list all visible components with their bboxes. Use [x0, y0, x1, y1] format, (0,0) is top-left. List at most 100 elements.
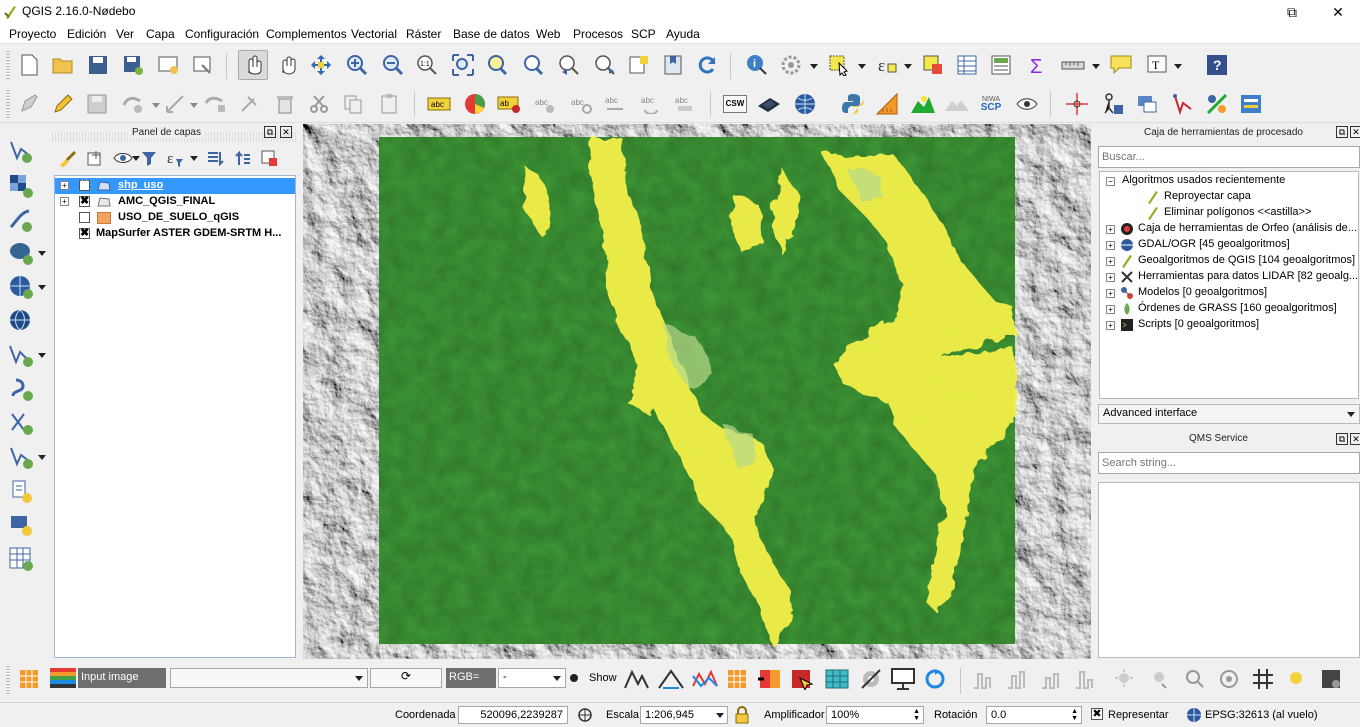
move-label-icon[interactable]: abc [600, 89, 630, 119]
cut-features-icon[interactable] [304, 89, 334, 119]
classification-preview-icon[interactable] [822, 664, 852, 694]
digitize-tool-icon[interactable] [234, 89, 264, 119]
map-tips-icon[interactable] [1106, 50, 1136, 80]
scatter-plot-icon[interactable] [1070, 664, 1100, 694]
georeferencer-icon[interactable] [1098, 89, 1128, 119]
pan-map-touch-icon[interactable] [238, 50, 268, 80]
toggle-editing-icon[interactable] [48, 89, 78, 119]
close-panel-icon[interactable]: ✕ [1350, 126, 1360, 138]
float-panel-icon[interactable]: ⧉ [1336, 126, 1348, 138]
menu-base-de-datos[interactable]: Base de datos [453, 27, 530, 41]
label-toolbar-icon[interactable]: abc [424, 89, 454, 119]
local-cumulative-stretch-icon[interactable] [622, 664, 652, 694]
add-raster-layer-icon[interactable] [6, 171, 36, 201]
new-temporary-layer-icon[interactable] [6, 544, 36, 574]
attribute-table-icon[interactable] [952, 50, 982, 80]
layer-visibility-checkbox[interactable]: ✖ [79, 196, 90, 207]
highlight-pinned-label-icon[interactable]: ab [494, 89, 524, 119]
expand-toggle[interactable]: + [1106, 241, 1115, 250]
processing-tool-icon[interactable] [1202, 89, 1232, 119]
zoom-in-icon[interactable] [342, 50, 372, 80]
add-delimited-text-icon[interactable] [6, 205, 36, 235]
qms-search-input[interactable] [1098, 452, 1360, 474]
expand-toggle[interactable]: + [1106, 321, 1115, 330]
band-histogram-icon[interactable] [968, 664, 998, 694]
expand-toggle[interactable]: + [60, 181, 69, 190]
processing-search-input[interactable] [1098, 146, 1360, 168]
scp-plugin-icon[interactable]: NIWA SCP [976, 89, 1006, 119]
expand-toggle[interactable]: − [1106, 177, 1115, 186]
web-globe-icon[interactable] [790, 89, 820, 119]
rgb-select[interactable]: - [498, 668, 566, 688]
expand-toggle[interactable]: + [1106, 305, 1115, 314]
refresh-image-list-button[interactable]: ⟳ [370, 668, 442, 688]
layer-row[interactable]: ✖ MapSurfer ASTER GDEM-SRTM H... [55, 226, 295, 242]
zoom-to-selection-icon[interactable] [482, 50, 512, 80]
node-tool-icon[interactable] [200, 89, 230, 119]
band-set-icon[interactable] [722, 664, 752, 694]
close-button[interactable]: ✕ [1315, 0, 1360, 24]
add-vector-layer-icon[interactable] [6, 137, 36, 167]
add-oracle-layer-icon[interactable] [6, 442, 36, 472]
show-radio[interactable] [570, 674, 578, 682]
wms-dropdown-icon[interactable] [38, 285, 46, 290]
layer-visibility-checkbox[interactable]: ✖ [79, 180, 90, 191]
new-shapefile-icon[interactable] [6, 476, 36, 506]
menu-configuracion[interactable]: Configuración [185, 27, 259, 41]
expand-toggle[interactable]: + [1106, 225, 1115, 234]
pan-icon[interactable] [273, 50, 303, 80]
vector-tool-icon[interactable] [1168, 89, 1198, 119]
menu-proyecto[interactable]: Proyecto [9, 27, 56, 41]
oracle-dropdown-icon[interactable] [38, 455, 46, 460]
menu-procesos[interactable]: Procesos [573, 27, 623, 41]
toolbar-grip[interactable] [6, 90, 10, 118]
layer-row[interactable]: + ✖ shp_uso [55, 178, 295, 194]
scp-main-icon[interactable] [14, 664, 44, 694]
add-wfs-layer-icon[interactable] [6, 340, 36, 370]
close-panel-icon[interactable]: ✕ [1350, 433, 1360, 445]
add-feature-dropdown-icon[interactable] [152, 103, 160, 108]
select-features-icon[interactable] [824, 50, 854, 80]
menu-scp[interactable]: SCP [631, 27, 656, 41]
select-dropdown-icon[interactable] [858, 64, 866, 69]
save-as-icon[interactable] [118, 50, 148, 80]
current-edits-icon[interactable] [14, 89, 44, 119]
filter-dropdown-icon[interactable] [190, 156, 198, 161]
filter-legend-icon[interactable] [136, 145, 162, 171]
menu-raster[interactable]: Ráster [406, 27, 441, 41]
identify-features-icon[interactable]: i [742, 50, 772, 80]
pan-to-selection-icon[interactable] [306, 50, 336, 80]
csw-icon[interactable]: CSW [720, 89, 750, 119]
expression-dropdown-icon[interactable] [904, 64, 912, 69]
zoom-next-icon[interactable] [590, 50, 620, 80]
run-feature-action-icon[interactable] [776, 50, 806, 80]
render-checkbox[interactable]: ✖ [1091, 708, 1103, 720]
new-spatialite-icon[interactable] [6, 510, 36, 540]
open-project-icon[interactable] [48, 50, 78, 80]
annotation-dropdown-icon[interactable] [1174, 64, 1182, 69]
eye-view-icon[interactable] [1012, 89, 1042, 119]
feature-action-dropdown-icon[interactable] [810, 64, 818, 69]
select-by-expression-icon[interactable]: ε [872, 50, 902, 80]
expand-toggle[interactable]: + [1106, 257, 1115, 266]
layer-row[interactable]: + ✖ AMC_QGIS_FINAL [55, 194, 295, 210]
zoom-last-icon[interactable] [554, 50, 584, 80]
layer-visibility-checkbox[interactable] [79, 212, 90, 223]
expand-toggle[interactable]: + [1106, 273, 1115, 282]
float-panel-icon[interactable]: ⧉ [264, 126, 276, 138]
weather-tool-icon[interactable] [1146, 664, 1176, 694]
field-calculator-icon[interactable] [986, 50, 1016, 80]
display-preview-icon[interactable] [888, 664, 918, 694]
map-canvas[interactable] [303, 124, 1091, 659]
add-feature-icon[interactable] [118, 89, 148, 119]
crs-globe-icon[interactable] [1186, 707, 1202, 723]
sun-highlight-icon[interactable] [1282, 664, 1312, 694]
scale-combobox[interactable]: 1:206,945 [640, 706, 728, 724]
diagram-icon[interactable] [460, 89, 490, 119]
form-tool-icon[interactable] [1236, 89, 1266, 119]
toolbar-grip[interactable] [6, 51, 10, 79]
filter-expression-icon[interactable]: ε [162, 145, 188, 171]
interface-mode-select[interactable]: Advanced interface [1098, 404, 1360, 424]
delete-selected-icon[interactable] [270, 89, 300, 119]
sun-tool-icon[interactable] [1110, 664, 1140, 694]
